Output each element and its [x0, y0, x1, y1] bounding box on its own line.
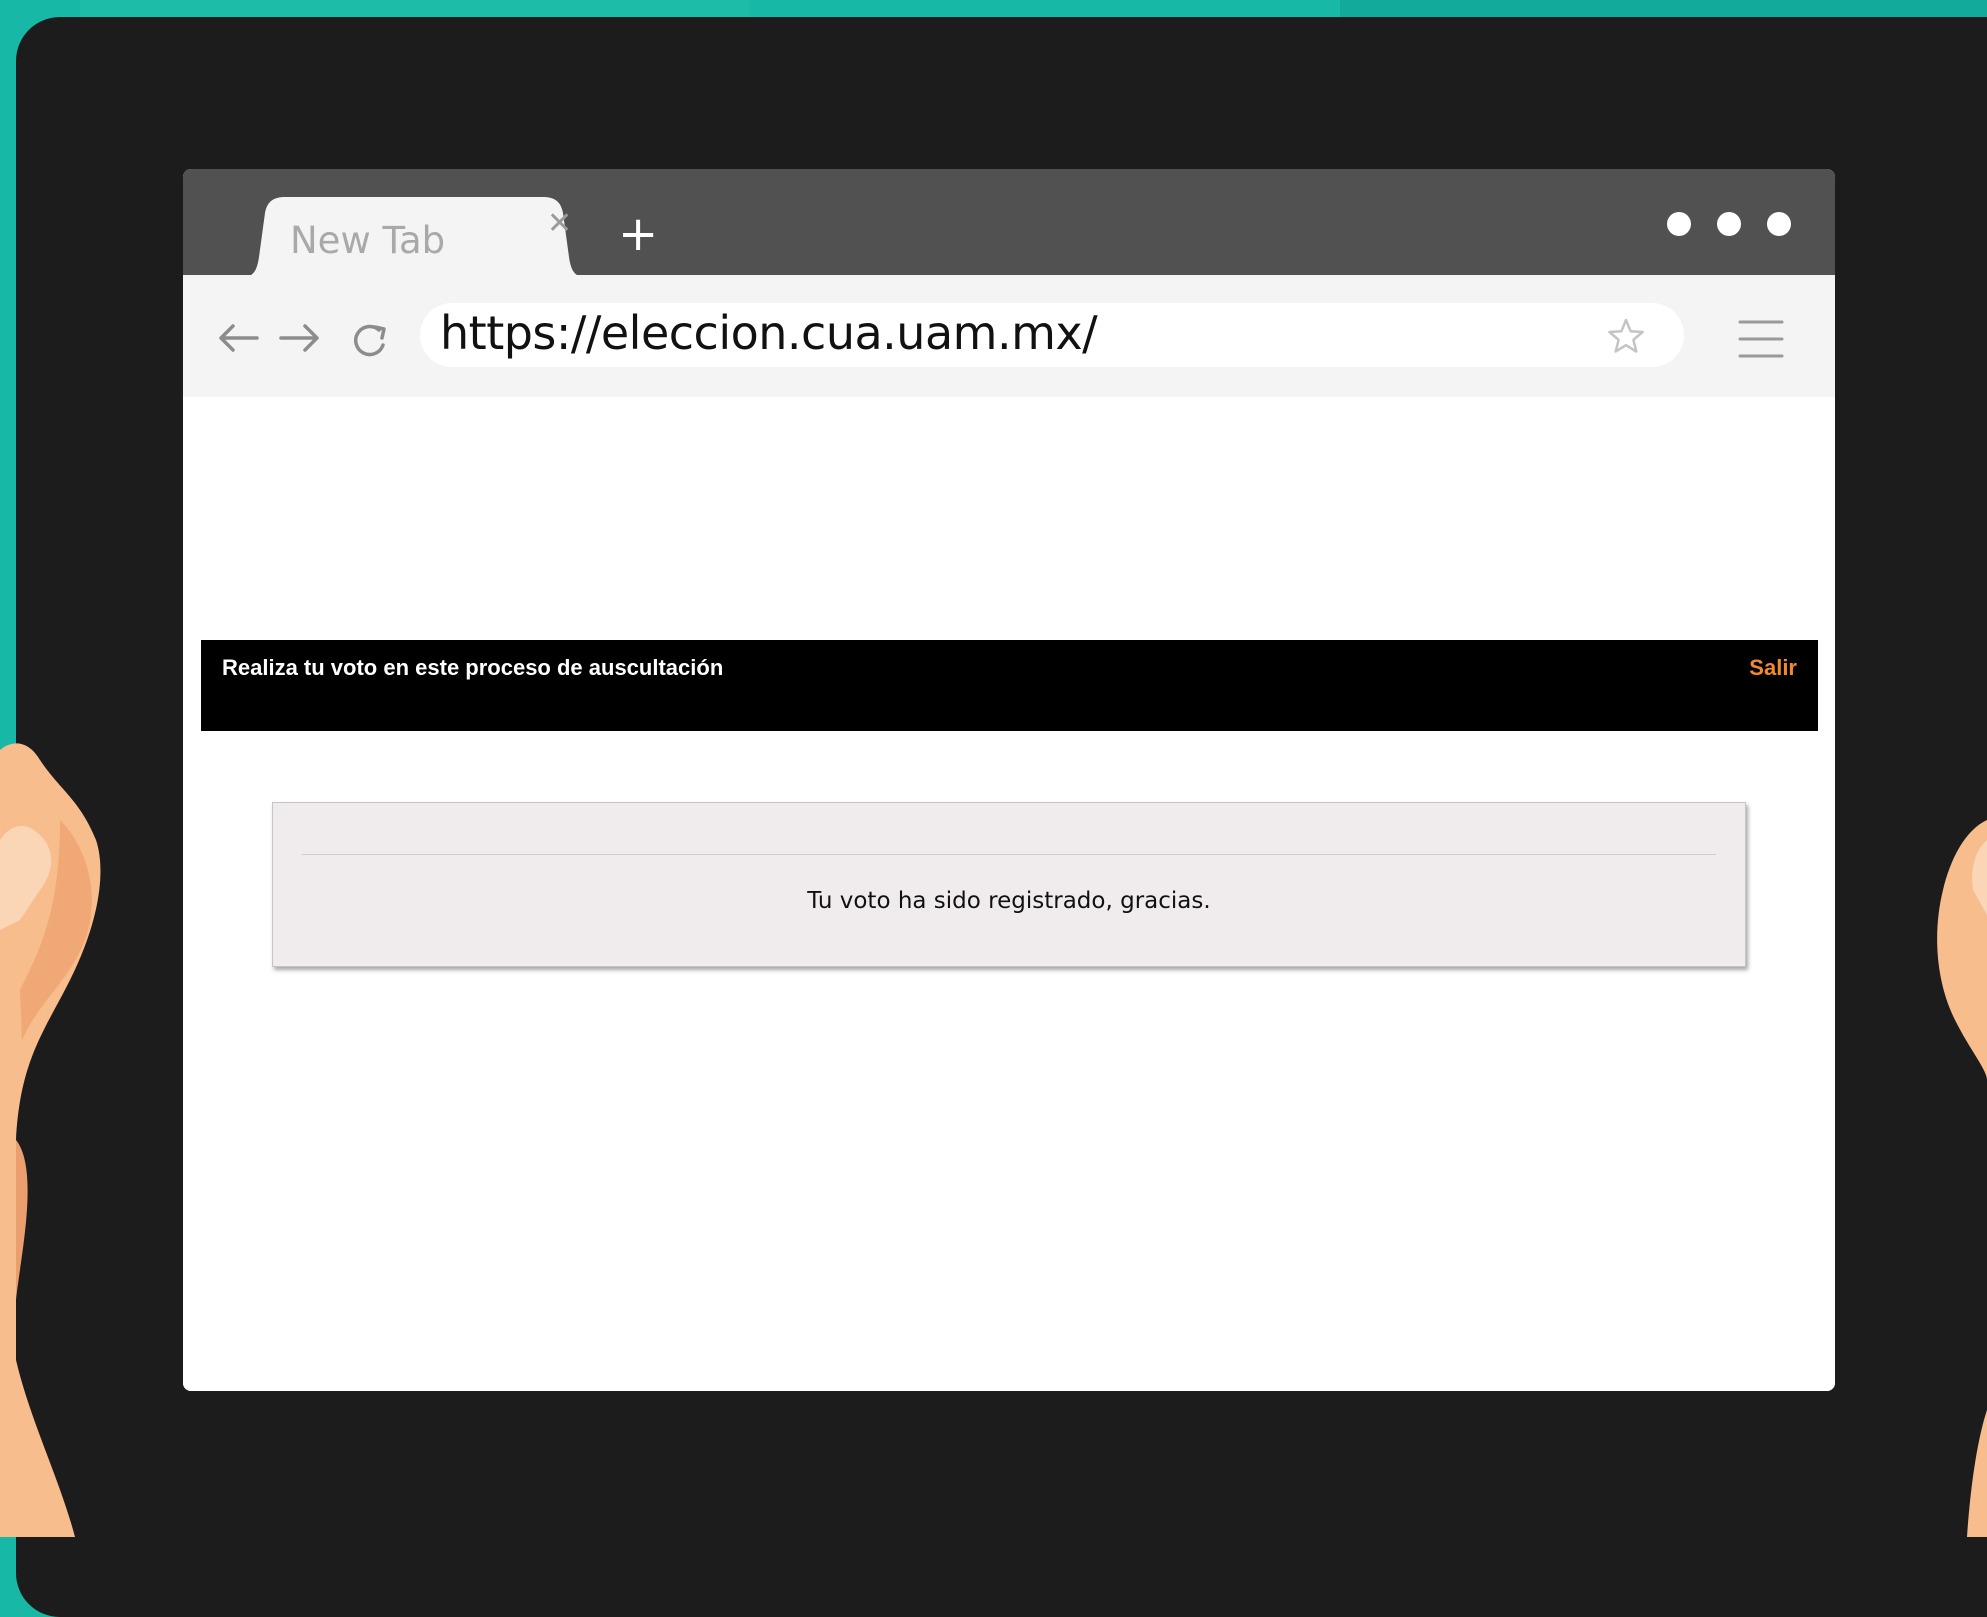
tab-bar: New Tab ✕ +: [183, 169, 1835, 277]
window-dot: [1767, 212, 1791, 236]
close-icon[interactable]: ✕: [547, 209, 572, 239]
right-hand-illustration: [1937, 820, 1987, 1537]
address-bar[interactable]: https://eleccion.cua.uam.mx/: [420, 303, 1684, 367]
arrow-right-icon[interactable]: [279, 323, 321, 353]
star-icon[interactable]: [1607, 318, 1645, 354]
url-text[interactable]: https://eleccion.cua.uam.mx/: [440, 306, 1098, 360]
browser-toolbar: https://eleccion.cua.uam.mx/: [183, 275, 1835, 397]
header-bar: Realiza tu voto en este proceso de auscu…: [201, 640, 1818, 731]
hamburger-menu-icon[interactable]: [1738, 319, 1784, 359]
confirmation-message: Tu voto ha sido registrado, gracias.: [807, 888, 1211, 914]
page-title: Realiza tu voto en este proceso de auscu…: [222, 655, 724, 680]
reload-icon[interactable]: [351, 321, 391, 361]
arrow-left-icon[interactable]: [217, 323, 259, 353]
plus-icon[interactable]: +: [618, 210, 658, 258]
window-dot: [1717, 212, 1741, 236]
exit-link[interactable]: Salir: [1749, 655, 1797, 681]
confirmation-card: Tu voto ha sido registrado, gracias.: [272, 802, 1746, 967]
window-dot: [1667, 212, 1691, 236]
tab-new-tab[interactable]: New Tab ✕: [243, 197, 585, 277]
left-hand-illustration: [0, 743, 101, 1537]
browser-window: New Tab ✕ + https://eleccion.cua.uam.mx/: [183, 169, 1835, 1391]
tab-title: New Tab: [290, 219, 446, 262]
page-content: Realiza tu voto en este proceso de auscu…: [183, 397, 1835, 1391]
card-divider: [302, 854, 1716, 855]
